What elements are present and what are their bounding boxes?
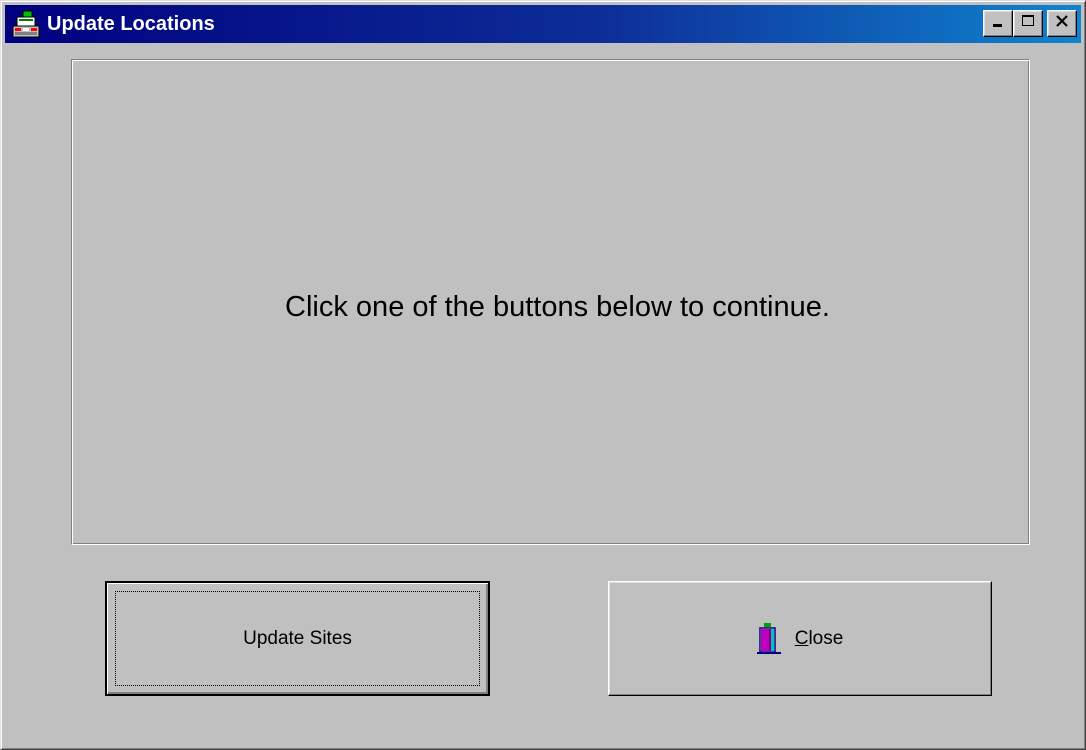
close-label-hotkey: C: [794, 627, 809, 649]
message-panel: Click one of the buttons below to contin…: [71, 59, 1030, 545]
focus-rectangle: [115, 591, 480, 686]
close-icon: [1055, 14, 1069, 33]
update-locations-window: Update Locations Click one of the button…: [0, 0, 1086, 750]
window-title: Update Locations: [47, 12, 215, 35]
maximize-button[interactable]: [1013, 10, 1043, 37]
instruction-message: Click one of the buttons below to contin…: [285, 290, 830, 323]
door-exit-icon: [756, 622, 781, 655]
update-sites-button[interactable]: Update Sites: [105, 581, 490, 696]
close-label: Close: [795, 628, 844, 650]
window-controls: [983, 10, 1077, 37]
close-label-rest: lose: [808, 627, 844, 649]
maximize-icon: [1021, 14, 1035, 33]
title-bar[interactable]: Update Locations: [5, 5, 1081, 43]
register-icon: [11, 9, 41, 39]
close-button[interactable]: Close: [608, 581, 992, 696]
close-window-button[interactable]: [1047, 10, 1077, 37]
minimize-button[interactable]: [983, 10, 1013, 37]
minimize-icon: [991, 14, 1005, 33]
